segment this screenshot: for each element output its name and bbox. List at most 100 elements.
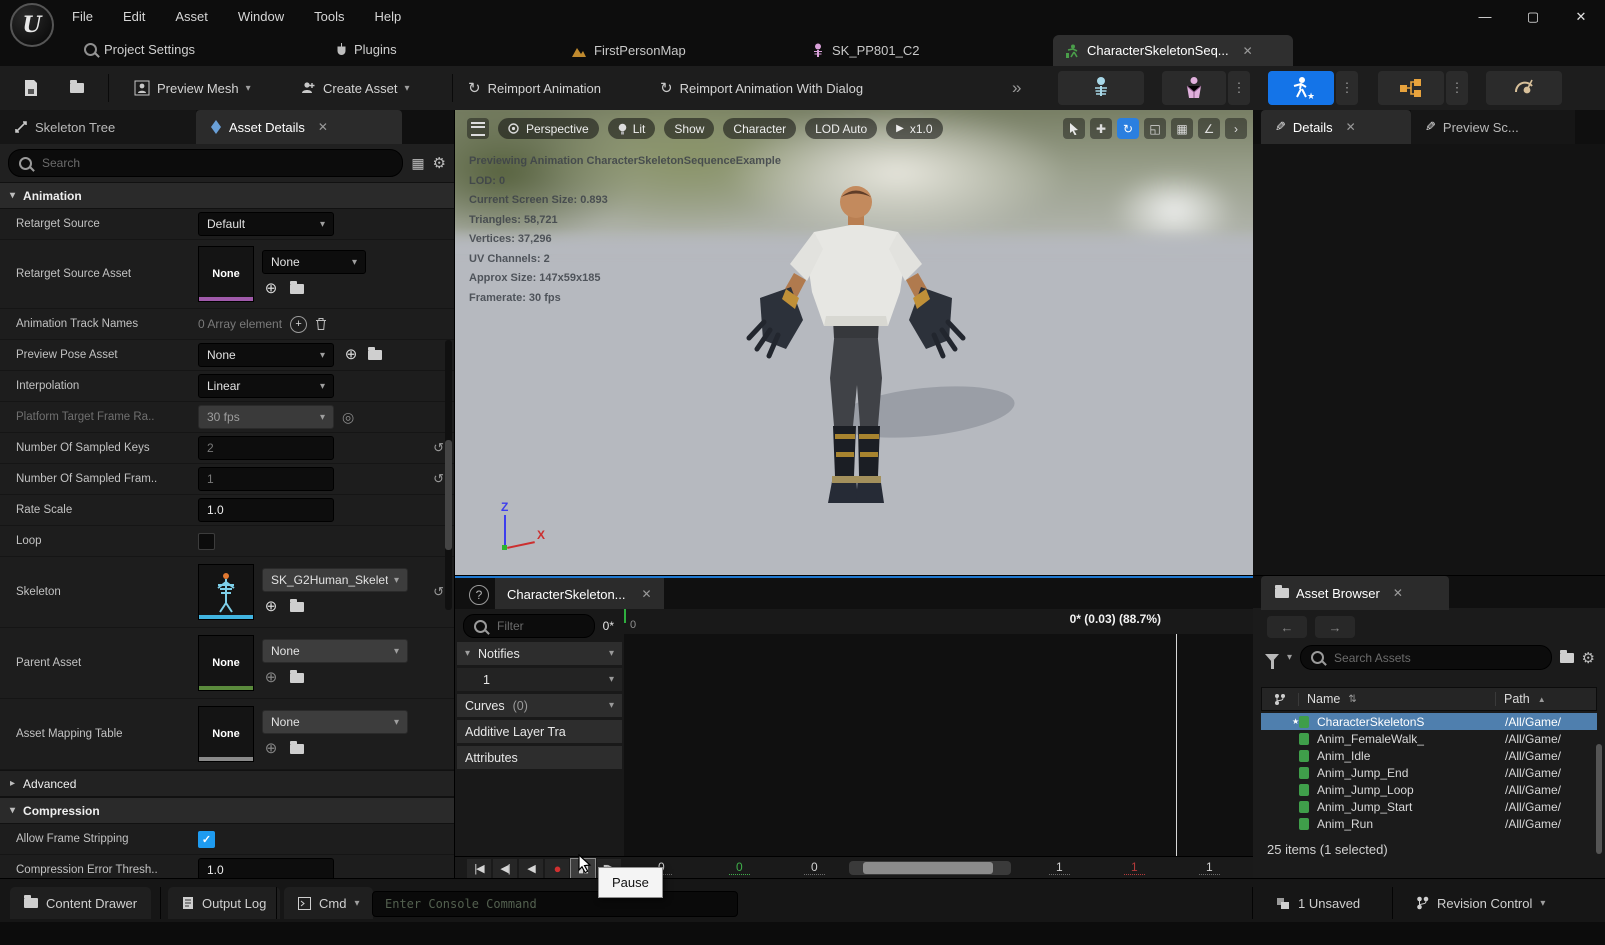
close-tab-icon[interactable]: ✕ xyxy=(318,120,328,134)
character-dropdown[interactable]: Character xyxy=(723,118,796,139)
filter-caret-icon[interactable]: ▾ xyxy=(1287,652,1292,663)
reimport-animation-button[interactable]: ↻ Reimport Animation xyxy=(468,66,601,110)
lit-dropdown[interactable]: Lit xyxy=(608,118,656,139)
tab-firstpersonmap[interactable]: FirstPersonMap xyxy=(560,35,698,66)
asset-mapping-table-thumbnail[interactable]: None xyxy=(198,706,254,762)
unsaved-button[interactable]: 1 Unsaved xyxy=(1262,887,1374,919)
asset-search-input[interactable] xyxy=(1332,650,1541,666)
add-array-element-icon[interactable]: + xyxy=(290,316,307,333)
asset-row[interactable]: Anim_Idle /All/Game/ xyxy=(1261,747,1597,764)
scale-tool-icon[interactable]: ◱ xyxy=(1144,118,1166,139)
track-attributes[interactable]: Attributes xyxy=(457,746,622,769)
view-end-field[interactable]: 1 xyxy=(1049,860,1070,875)
tab-details[interactable]: ✎ Details ✕ xyxy=(1261,110,1411,144)
grid-snap-icon[interactable]: ▦ xyxy=(1171,118,1193,139)
asset-row[interactable]: Anim_Jump_Start /All/Game/ xyxy=(1261,798,1597,815)
asset-row[interactable]: Anim_Run /All/Game/ xyxy=(1261,815,1597,832)
retarget-source-asset-dropdown[interactable]: None ▾ xyxy=(262,250,366,274)
retarget-source-dropdown[interactable]: Default ▾ xyxy=(198,212,334,236)
browse-to-asset-icon[interactable] xyxy=(290,284,304,294)
tab-asset-details[interactable]: Asset Details ✕ xyxy=(196,110,402,144)
rotate-tool-icon[interactable]: ↻ xyxy=(1117,118,1139,139)
close-tab-icon[interactable]: ✕ xyxy=(1393,586,1403,600)
mesh-mode-button[interactable] xyxy=(1162,71,1226,105)
close-tab-icon[interactable]: ✕ xyxy=(642,587,652,601)
console-command-input[interactable] xyxy=(383,896,727,912)
toolbar-overflow-button[interactable]: » xyxy=(1012,66,1021,110)
animation-mode-options-button[interactable]: ⋮ xyxy=(1336,71,1358,105)
asset-row-selected[interactable]: CharacterSkeletonS /All/Game/ xyxy=(1261,713,1597,730)
interpolation-dropdown[interactable]: Linear ▾ xyxy=(198,374,334,398)
track-curves[interactable]: Curves (0) ▾ xyxy=(457,694,622,717)
column-revision[interactable] xyxy=(1262,693,1299,706)
browse-to-asset-icon[interactable] xyxy=(290,602,304,612)
browse-to-asset-icon[interactable] xyxy=(290,744,304,754)
menu-window[interactable]: Window xyxy=(238,9,284,24)
timeline-ruler[interactable]: 0 0* (0.03) (88.7%) xyxy=(624,609,1253,635)
left-panel-scrollbar[interactable] xyxy=(445,340,452,610)
timeline-track-area[interactable] xyxy=(624,634,1253,856)
track-notify-1[interactable]: 1 ▾ xyxy=(457,668,622,691)
filter-icon[interactable] xyxy=(1265,654,1279,662)
trash-icon[interactable] xyxy=(315,317,327,331)
close-window-button[interactable]: ✕ xyxy=(1557,0,1605,33)
playback-speed-button[interactable]: ▶ x1.0 xyxy=(886,118,942,139)
forward-button[interactable]: → xyxy=(1315,616,1355,638)
display-options-icon[interactable]: ▦ xyxy=(411,155,424,172)
tab-characterskeleton-timeline[interactable]: CharacterSkeleton... ✕ xyxy=(495,578,664,610)
reimport-animation-with-dialog-button[interactable]: ↻ Reimport Animation With Dialog xyxy=(660,66,863,110)
tab-characterskeletonseq[interactable]: CharacterSkeletonSeq... ✕ xyxy=(1053,35,1293,66)
select-tool-icon[interactable] xyxy=(1063,118,1085,139)
project-settings-button[interactable]: Project Settings xyxy=(84,33,195,66)
cmd-dropdown-button[interactable]: Cmd ▾ xyxy=(284,887,373,919)
allow-frame-stripping-checkbox[interactable]: ✓ xyxy=(198,831,215,848)
section-animation[interactable]: ▾ Animation xyxy=(0,182,454,209)
minimize-button[interactable]: — xyxy=(1461,0,1509,33)
retarget-source-asset-thumbnail[interactable]: None xyxy=(198,246,254,302)
play-reverse-button[interactable]: ◀ xyxy=(519,859,543,879)
track-additive-layer[interactable]: Additive Layer Tra xyxy=(457,720,622,743)
view-start-field[interactable]: 0 xyxy=(804,860,825,875)
parent-asset-thumbnail[interactable]: None xyxy=(198,635,254,691)
platform-target-frame-rate-dropdown[interactable]: 30 fps ▾ xyxy=(198,405,334,429)
mesh-mode-options-button[interactable]: ⋮ xyxy=(1228,71,1250,105)
physics-mode-button[interactable] xyxy=(1486,71,1562,105)
track-notifies[interactable]: ▾ Notifies ▾ xyxy=(457,642,622,665)
help-icon[interactable]: ? xyxy=(469,585,489,605)
column-path[interactable]: Path ▲ xyxy=(1496,692,1596,706)
search-box[interactable] xyxy=(8,149,403,177)
asset-row[interactable]: Anim_Jump_End /All/Game/ xyxy=(1261,764,1597,781)
menu-file[interactable]: File xyxy=(72,9,93,24)
blueprint-mode-options-button[interactable]: ⋮ xyxy=(1446,71,1468,105)
plugins-button[interactable]: Plugins xyxy=(336,33,397,66)
use-selected-asset-icon[interactable]: ⊕ xyxy=(262,280,280,298)
show-dropdown[interactable]: Show xyxy=(664,118,714,139)
reset-to-default-icon[interactable]: ↺ xyxy=(433,440,444,456)
output-log-button[interactable]: Output Log xyxy=(168,887,280,919)
section-compression[interactable]: ▾ Compression xyxy=(0,797,454,824)
settings-gear-icon[interactable]: ⚙ xyxy=(433,154,446,172)
tab-skeleton-tree[interactable]: Skeleton Tree xyxy=(0,110,196,144)
number-of-sampled-keys-field[interactable]: 2 xyxy=(198,436,334,460)
unreal-logo-icon[interactable]: U xyxy=(10,3,54,47)
skeleton-dropdown[interactable]: SK_G2Human_Skelet ▾ xyxy=(262,568,408,592)
animation-mode-button[interactable]: ★ xyxy=(1268,71,1334,105)
search-input[interactable] xyxy=(40,155,392,171)
menu-asset[interactable]: Asset xyxy=(175,9,208,24)
use-selected-asset-icon[interactable]: ⊕ xyxy=(342,346,360,364)
tab-preview-scene[interactable]: ✎ Preview Sc... xyxy=(1411,110,1575,144)
asset-mapping-table-dropdown[interactable]: None ▾ xyxy=(262,710,408,734)
skeleton-thumbnail[interactable] xyxy=(198,564,254,620)
browse-to-asset-icon[interactable] xyxy=(290,673,304,683)
rotation-snap-icon[interactable]: ∠ xyxy=(1198,118,1220,139)
maximize-button[interactable]: ▢ xyxy=(1509,0,1557,33)
step-backward-button[interactable]: ◀| xyxy=(493,859,517,879)
close-tab-icon[interactable]: ✕ xyxy=(1346,120,1356,134)
use-selected-asset-icon[interactable]: ⊕ xyxy=(262,598,280,616)
menu-tools[interactable]: Tools xyxy=(314,9,344,24)
tab-asset-browser[interactable]: Asset Browser ✕ xyxy=(1261,576,1449,610)
asset-list-scrollbar[interactable] xyxy=(1596,744,1602,854)
preview-pose-asset-dropdown[interactable]: None ▾ xyxy=(198,343,334,367)
content-drawer-button[interactable]: Content Drawer xyxy=(10,887,151,919)
menu-edit[interactable]: Edit xyxy=(123,9,145,24)
